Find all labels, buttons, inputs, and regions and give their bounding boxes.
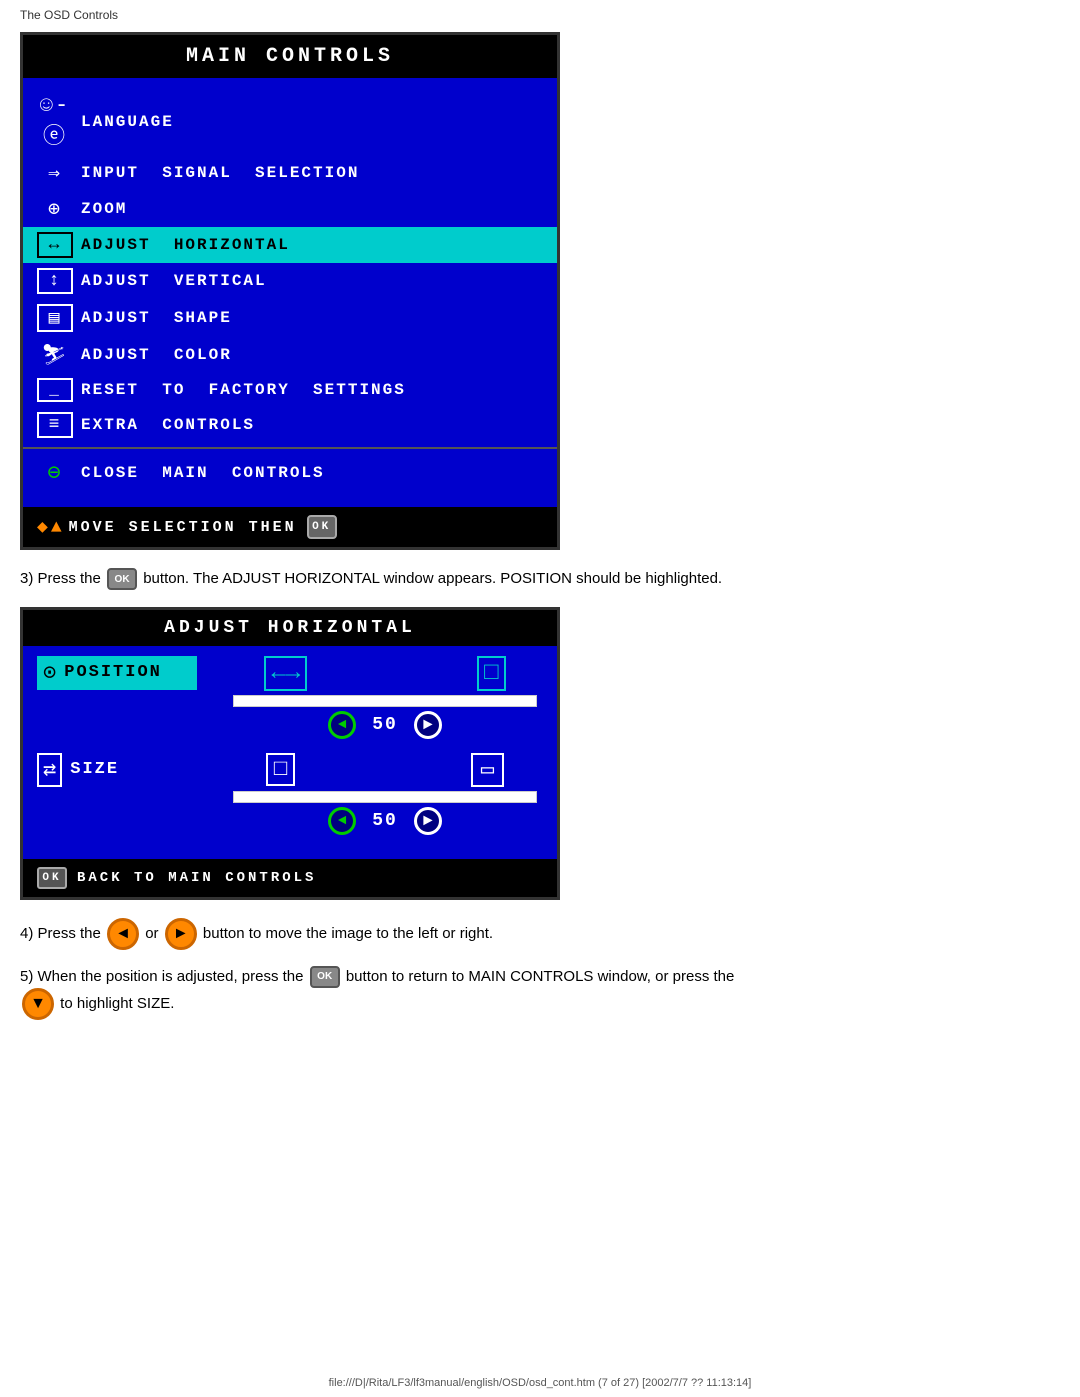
joystick-icon: ◆▲ (37, 516, 65, 538)
size-icon-narrow: □ (266, 753, 295, 786)
color-icon: ⛷ (37, 342, 73, 368)
step4-text1: 4) Press the (20, 924, 101, 941)
horizontal-icon: ↔ (37, 232, 73, 258)
adj-title: ADJUST HORIZONTAL (23, 610, 557, 646)
position-text: POSITION (64, 663, 162, 682)
position-right-btn[interactable]: ► (414, 711, 442, 739)
position-icons-row: ←→ □ (227, 656, 543, 691)
position-label-block: ⊙ POSITION (37, 656, 197, 690)
close-label: CLOSE MAIN CONTROLS (81, 464, 325, 482)
size-right-btn[interactable]: ► (414, 807, 442, 835)
step5-text1: 5) When the position is adjusted, press … (20, 968, 304, 985)
language-icon: ☺-ⓔ (37, 93, 73, 150)
reset-label: RESET TO FACTORY SETTINGS (81, 381, 406, 399)
breadcrumb: The OSD Controls (20, 8, 1060, 22)
step4-text2: or (145, 924, 158, 941)
extra-icon: ≡ (37, 412, 73, 438)
reset-icon: _ (37, 378, 73, 402)
position-row: ⊙ POSITION ←→ □ ◄ 50 ► (37, 656, 543, 739)
ok-inline-button: OK (107, 568, 137, 590)
menu-item-shape[interactable]: ▤ ADJUST SHAPE (23, 299, 557, 337)
adj-body: ⊙ POSITION ←→ □ ◄ 50 ► (23, 646, 557, 859)
vertical-label: ADJUST VERTICAL (81, 272, 267, 290)
size-left-btn[interactable]: ◄ (328, 807, 356, 835)
menu-item-input[interactable]: ⇒ INPUT SIGNAL SELECTION (23, 155, 557, 191)
menu-item-zoom[interactable]: ⊕ ZOOM (23, 191, 557, 227)
page-footer: file:///D|/Rita/LF3/lf3manual/english/OS… (0, 1377, 1080, 1389)
size-icons-row: □ ▭ (227, 753, 543, 787)
size-icon: ⇄ (37, 753, 62, 787)
step4-text3: button to move the image to the left or … (203, 924, 493, 941)
size-bar (233, 791, 537, 803)
position-left-btn[interactable]: ◄ (328, 711, 356, 739)
position-controls: ←→ □ ◄ 50 ► (227, 656, 543, 739)
horizontal-label: ADJUST HORIZONTAL (81, 236, 290, 254)
pos-icon-right: □ (477, 656, 505, 691)
down-arrow-btn[interactable]: ▼ (22, 988, 54, 1020)
close-icon: ⊖ (37, 460, 73, 486)
size-controls: □ ▭ ◄ 50 ► (227, 753, 543, 835)
size-row: ⇄ SIZE □ ▭ ◄ 50 ► (37, 753, 543, 835)
osd-footer: ◆▲ MOVE SELECTION THEN OK (23, 507, 557, 547)
menu-item-close[interactable]: ⊖ CLOSE MAIN CONTROLS (23, 455, 557, 491)
adj-footer: OK BACK TO MAIN CONTROLS (23, 859, 557, 897)
shape-icon: ▤ (37, 304, 73, 332)
language-label: LANGUAGE (81, 113, 174, 131)
back-label: BACK TO MAIN CONTROLS (77, 870, 316, 886)
menu-item-vertical[interactable]: ↕ ADJUST VERTICAL (23, 263, 557, 299)
zoom-label: ZOOM (81, 200, 127, 218)
size-value: 50 (372, 811, 398, 831)
menu-item-horizontal[interactable]: ↔ ADJUST HORIZONTAL (23, 227, 557, 263)
pos-icon-left: ←→ (264, 656, 307, 691)
vertical-icon: ↕ (37, 268, 73, 294)
size-label-block: ⇄ SIZE (37, 753, 197, 787)
input-icon: ⇒ (37, 160, 73, 186)
position-nav: ◄ 50 ► (227, 711, 543, 739)
step3-text2: button. The ADJUST HORIZONTAL window app… (143, 570, 722, 587)
menu-item-extra[interactable]: ≡ EXTRA CONTROLS (23, 407, 557, 443)
position-slider (227, 695, 543, 707)
step3-text1: 3) Press the (20, 570, 101, 587)
shape-label: ADJUST SHAPE (81, 309, 232, 327)
zoom-icon: ⊕ (37, 196, 73, 222)
position-icon: ⊙ (43, 660, 56, 686)
input-label: INPUT SIGNAL SELECTION (81, 164, 359, 182)
step3-instruction: 3) Press the OK button. The ADJUST HORIZ… (20, 568, 1060, 591)
main-controls-title: MAIN CONTROLS (23, 35, 557, 78)
position-value: 50 (372, 715, 398, 735)
main-controls-panel: MAIN CONTROLS ☺-ⓔ LANGUAGE ⇒ INPUT SIGNA… (20, 32, 560, 550)
size-icon-wide: ▭ (471, 753, 504, 787)
size-text: SIZE (70, 760, 119, 779)
left-arrow-btn[interactable]: ◄ (107, 918, 139, 950)
size-nav: ◄ 50 ► (227, 807, 543, 835)
osd-menu: ☺-ⓔ LANGUAGE ⇒ INPUT SIGNAL SELECTION ⊕ … (23, 78, 557, 507)
position-bar (233, 695, 537, 707)
step5-text3: to highlight SIZE. (60, 995, 174, 1012)
adjust-horizontal-panel: ADJUST HORIZONTAL ⊙ POSITION ←→ □ ◄ 50 (20, 607, 560, 900)
menu-item-reset[interactable]: _ RESET TO FACTORY SETTINGS (23, 373, 557, 407)
footer-text: MOVE SELECTION THEN (69, 519, 297, 536)
step4-instruction: 4) Press the ◄ or ► button to move the i… (20, 918, 1060, 950)
step5-instruction: 5) When the position is adjusted, press … (20, 966, 1060, 1021)
step5-text2: button to return to MAIN CONTROLS window… (346, 968, 735, 985)
ok-inline-button2: OK (310, 966, 340, 988)
menu-item-color[interactable]: ⛷ ADJUST COLOR (23, 337, 557, 373)
right-arrow-btn[interactable]: ► (165, 918, 197, 950)
extra-label: EXTRA CONTROLS (81, 416, 255, 434)
ok-button-icon: OK (307, 515, 337, 539)
color-label: ADJUST COLOR (81, 346, 232, 364)
menu-item-language[interactable]: ☺-ⓔ LANGUAGE (23, 88, 557, 155)
size-slider (227, 791, 543, 803)
back-ok-icon: OK (37, 867, 67, 889)
